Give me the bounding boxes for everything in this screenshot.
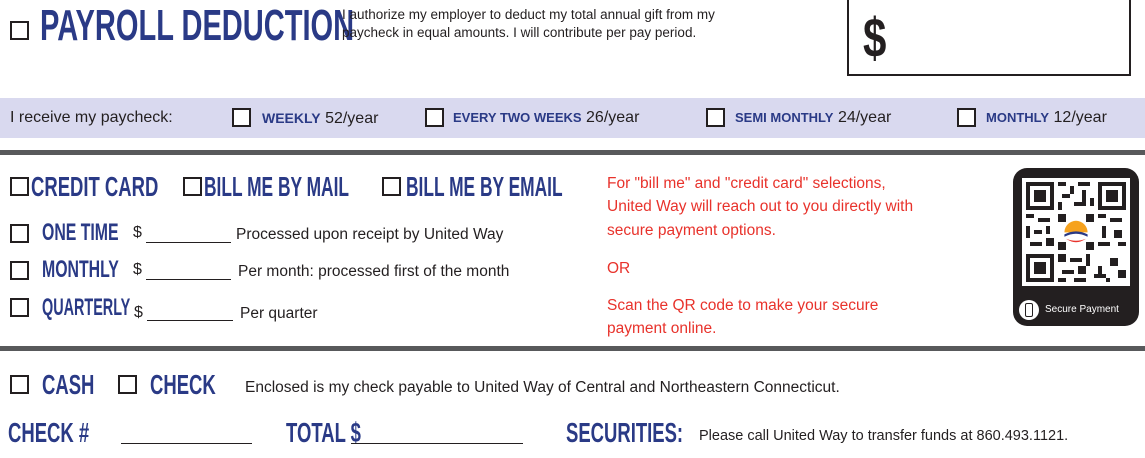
one-time-note: Processed upon receipt by United Way xyxy=(236,226,504,243)
bill-email-label: BILL ME BY EMAIL xyxy=(406,171,563,202)
one-time-label: ONE TIME xyxy=(42,219,119,246)
monthly-note: Per month: processed first of the month xyxy=(238,263,510,280)
option-monthly-rate: 12/year xyxy=(1053,109,1107,126)
monthly-checkbox[interactable] xyxy=(10,261,29,280)
secure-payment-label: Secure Payment xyxy=(1045,304,1119,315)
payroll-title: PAYROLL DEDUCTION xyxy=(40,1,355,50)
section-divider xyxy=(0,346,1145,351)
notice-line1: For "bill me" and "credit card" selectio… xyxy=(607,175,886,192)
payroll-description-line2: paycheck in equal amounts. I will contri… xyxy=(342,25,697,40)
phone-icon xyxy=(1019,300,1039,320)
monthly-currency: $ xyxy=(133,261,142,278)
one-time-checkbox[interactable] xyxy=(10,224,29,243)
quarterly-label: QUARTERLY xyxy=(42,294,131,321)
option-monthly-name: MONTHLY xyxy=(986,110,1050,125)
total-amount-field[interactable] xyxy=(351,443,523,444)
notice-or: OR xyxy=(607,260,631,277)
bill-mail-label: BILL ME BY MAIL xyxy=(204,171,349,202)
weekly-checkbox[interactable] xyxy=(232,108,251,127)
semi-monthly-checkbox[interactable] xyxy=(706,108,725,127)
option-every-two-weeks-name: EVERY TWO WEEKS xyxy=(453,110,582,125)
credit-card-label: CREDIT CARD xyxy=(31,171,159,202)
check-payable-note: Enclosed is my check payable to United W… xyxy=(245,379,840,396)
check-number-label: CHECK # xyxy=(8,417,90,448)
check-checkbox[interactable] xyxy=(118,375,137,394)
section-divider xyxy=(0,150,1145,155)
qr-code-icon xyxy=(1022,178,1130,286)
securities-note: Please call United Way to transfer funds… xyxy=(699,428,1069,444)
payroll-amount-box[interactable]: $ xyxy=(847,0,1131,76)
quarterly-note: Per quarter xyxy=(240,305,318,322)
option-weekly-rate: 52/year xyxy=(325,110,379,127)
option-weekly-name: WEEKLY xyxy=(262,110,321,126)
check-number-field[interactable] xyxy=(121,443,252,444)
payroll-checkbox[interactable] xyxy=(10,21,29,40)
secure-payment-badge[interactable]: Secure Payment xyxy=(1015,299,1137,323)
one-time-amount-field[interactable] xyxy=(146,242,231,243)
quarterly-currency: $ xyxy=(134,304,143,321)
option-every-two-weeks-rate: 26/year xyxy=(586,109,640,126)
notice-line3: secure payment options. xyxy=(607,222,776,239)
monthly-label: MONTHLY xyxy=(42,256,119,283)
option-semi-monthly: SEMI MONTHLY 24/year xyxy=(735,108,891,128)
bill-email-checkbox[interactable] xyxy=(382,177,401,196)
notice-line2: United Way will reach out to you directl… xyxy=(607,198,914,215)
notice-line5: payment online. xyxy=(607,320,717,337)
credit-card-checkbox[interactable] xyxy=(10,177,29,196)
quarterly-amount-field[interactable] xyxy=(147,320,233,321)
monthly-amount-field[interactable] xyxy=(146,279,231,280)
check-label: CHECK xyxy=(150,369,216,400)
cash-label: CASH xyxy=(42,369,95,400)
total-label: TOTAL $ xyxy=(286,417,361,448)
option-every-two-weeks: EVERY TWO WEEKS 26/year xyxy=(453,108,639,128)
option-semi-monthly-name: SEMI MONTHLY xyxy=(735,110,834,125)
securities-label: SECURITIES: xyxy=(566,417,684,448)
every-two-weeks-checkbox[interactable] xyxy=(425,108,444,127)
notice-line4: Scan the QR code to make your secure xyxy=(607,297,879,314)
paycheck-frequency-label: I receive my paycheck: xyxy=(10,109,173,126)
bill-mail-checkbox[interactable] xyxy=(183,177,202,196)
option-weekly: WEEKLY 52/year xyxy=(262,108,378,129)
option-monthly: MONTHLY 12/year xyxy=(986,108,1107,128)
payroll-description-line1: I authorize my employer to deduct my tot… xyxy=(342,7,715,22)
quarterly-checkbox[interactable] xyxy=(10,298,29,317)
option-semi-monthly-rate: 24/year xyxy=(837,109,892,126)
one-time-currency: $ xyxy=(133,224,142,241)
monthly-freq-checkbox[interactable] xyxy=(957,108,976,127)
cash-checkbox[interactable] xyxy=(10,375,29,394)
qr-code-panel[interactable]: Secure Payment xyxy=(1013,168,1139,326)
dollar-sign-icon: $ xyxy=(863,6,887,69)
